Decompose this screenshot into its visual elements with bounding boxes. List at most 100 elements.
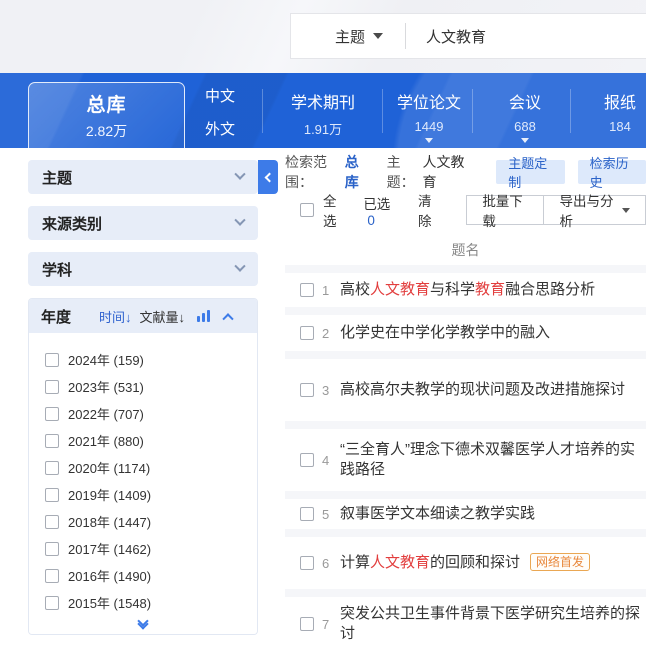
select-all-label[interactable]: 全选 xyxy=(323,190,347,230)
sidebar-collapse-button[interactable] xyxy=(258,160,278,194)
year-checkbox[interactable] xyxy=(45,596,59,610)
search-input[interactable]: 人文教育 xyxy=(406,26,486,47)
search-history-button[interactable]: 检索历史 xyxy=(578,160,646,184)
row-checkbox[interactable] xyxy=(300,617,314,631)
action-button-group: 批量下载 导出与分析 xyxy=(466,195,646,225)
chevron-down-icon xyxy=(234,261,245,272)
panel-year-header[interactable]: 年度 时间↓ 文献量↓ xyxy=(29,299,257,333)
year-filter-item[interactable]: 2015年 (1548) xyxy=(29,589,257,616)
chevron-down-icon xyxy=(373,33,383,39)
panel-source-type[interactable]: 来源类别 xyxy=(28,206,258,240)
language-switch: 中文 外文 xyxy=(205,85,235,139)
table-header-title[interactable]: 题名 xyxy=(285,235,646,265)
topic-subscribe-button[interactable]: 主题定制 xyxy=(496,160,564,184)
export-label: 导出与分析 xyxy=(559,190,615,230)
year-filter-item[interactable]: 2017年 (1462) xyxy=(29,535,257,562)
tab-total-database[interactable]: 总库 2.82万 xyxy=(28,82,185,148)
year-checkbox[interactable] xyxy=(45,434,59,448)
search-bar: 主题 人文教育 xyxy=(290,13,646,59)
article-title-link[interactable]: 叙事医学文本细读之教学实践 xyxy=(340,504,535,524)
sort-by-count[interactable]: 文献量↓ xyxy=(140,307,186,326)
tab-newspapers[interactable]: 报纸 184 xyxy=(565,89,646,134)
scope-value[interactable]: 总库 xyxy=(345,152,369,192)
row-checkbox[interactable] xyxy=(300,283,314,297)
results-area: 检索范围： 总库 主题： 人文教育 主题定制 检索历史 全选 已选0 清除 批量… xyxy=(285,158,646,651)
tab-count: 688 xyxy=(514,119,536,134)
tab-label: 学术期刊 xyxy=(291,89,355,113)
year-checkbox[interactable] xyxy=(45,515,59,529)
panel-title: 学科 xyxy=(42,259,72,280)
select-all-checkbox[interactable] xyxy=(300,203,314,217)
panel-subject[interactable]: 学科 xyxy=(28,252,258,286)
article-title-link[interactable]: 高校人文教育与科学教育融合思路分析 xyxy=(340,280,595,300)
year-checkbox[interactable] xyxy=(45,569,59,583)
article-title-link[interactable]: 高校高尔夫教学的现状问题及改进措施探讨 xyxy=(340,380,625,400)
row-checkbox[interactable] xyxy=(300,383,314,397)
year-filter-item[interactable]: 2018年 (1447) xyxy=(29,508,257,535)
panel-title: 主题 xyxy=(42,167,72,188)
online-first-badge: 网络首发 xyxy=(530,553,590,571)
topic-value: 人文教育 xyxy=(422,152,470,192)
table-row: 4“三全育人”理念下德术双馨医学人才培养的实践路径 xyxy=(285,429,646,491)
search-scope-row: 检索范围： 总库 主题： 人文教育 主题定制 检索历史 xyxy=(285,158,646,186)
year-filter-item[interactable]: 2016年 (1490) xyxy=(29,562,257,589)
article-title-link[interactable]: 化学史在中学化学教学中的融入 xyxy=(340,323,550,343)
row-checkbox[interactable] xyxy=(300,507,314,521)
tab-theses[interactable]: 学位论文 1449 xyxy=(374,89,484,143)
table-row: 2化学史在中学化学教学中的融入 xyxy=(285,315,646,351)
row-checkbox[interactable] xyxy=(300,453,314,467)
year-filter-item[interactable]: 2024年 (159) xyxy=(29,346,257,373)
year-checkbox[interactable] xyxy=(45,461,59,475)
database-navbar: 总库 2.82万 中文 外文 学术期刊 1.91万 学位论文 1449 会议 6… xyxy=(0,73,646,148)
clear-selection-button[interactable]: 清除 xyxy=(418,190,442,230)
article-title-link[interactable]: 计算人文教育的回顾和探讨网络首发 xyxy=(340,553,590,573)
year-checkbox[interactable] xyxy=(45,353,59,367)
scope-label: 检索范围： xyxy=(285,152,345,192)
year-filter-item[interactable]: 2021年 (880) xyxy=(29,427,257,454)
tab-label: 学位论文 xyxy=(397,89,461,113)
batch-download-button[interactable]: 批量下载 xyxy=(466,195,544,225)
year-checkbox[interactable] xyxy=(45,488,59,502)
row-checkbox[interactable] xyxy=(300,326,314,340)
row-number: 1 xyxy=(322,283,340,298)
row-number: 5 xyxy=(322,507,340,522)
tab-academic-journals[interactable]: 学术期刊 1.91万 xyxy=(268,89,378,138)
chevron-down-icon xyxy=(521,138,529,143)
panel-year: 年度 时间↓ 文献量↓ 2024年 (159)2023年 (531)2022年 … xyxy=(28,298,258,635)
tab-label: 报纸 xyxy=(604,89,636,113)
lang-foreign[interactable]: 外文 xyxy=(205,118,235,139)
row-checkbox[interactable] xyxy=(300,556,314,570)
table-row: 5叙事医学文本细读之教学实践 xyxy=(285,499,646,529)
results-toolbar: 全选 已选0 清除 批量下载 导出与分析 xyxy=(285,195,646,225)
article-title-link[interactable]: “三全育人”理念下德术双馨医学人才培养的实践路径 xyxy=(340,440,640,480)
tab-count: 184 xyxy=(609,119,631,134)
year-label: 2020年 (1174) xyxy=(68,458,150,477)
export-analyze-button[interactable]: 导出与分析 xyxy=(543,195,646,225)
nav-divider xyxy=(262,89,263,133)
year-filter-item[interactable]: 2023年 (531) xyxy=(29,373,257,400)
year-filter-item[interactable]: 2022年 (707) xyxy=(29,400,257,427)
tab-count: 1449 xyxy=(415,119,444,134)
chevron-left-icon xyxy=(265,172,275,182)
year-checkbox[interactable] xyxy=(45,542,59,556)
tab-total-count: 2.82万 xyxy=(86,121,127,141)
panel-topic[interactable]: 主题 xyxy=(28,160,258,194)
year-filter-item[interactable]: 2020年 (1174) xyxy=(29,454,257,481)
row-number: 2 xyxy=(322,326,340,341)
chevron-down-icon xyxy=(425,138,433,143)
sort-by-time[interactable]: 时间↓ xyxy=(99,307,132,326)
chevron-up-icon xyxy=(222,313,233,324)
expand-more-years[interactable] xyxy=(29,622,257,628)
bar-chart-icon[interactable] xyxy=(197,310,210,322)
chevron-down-icon xyxy=(234,169,245,180)
search-field-dropdown[interactable]: 主题 xyxy=(291,26,405,47)
year-checkbox[interactable] xyxy=(45,380,59,394)
tab-conferences[interactable]: 会议 688 xyxy=(470,89,580,143)
lang-chinese[interactable]: 中文 xyxy=(205,85,235,106)
panel-title: 来源类别 xyxy=(42,213,102,234)
selected-count: 已选0 xyxy=(363,193,398,228)
year-filter-item[interactable]: 2019年 (1409) xyxy=(29,481,257,508)
tab-label: 会议 xyxy=(509,89,541,113)
article-title-link[interactable]: 突发公共卫生事件背景下医学研究生培养的探讨 xyxy=(340,604,640,644)
year-checkbox[interactable] xyxy=(45,407,59,421)
